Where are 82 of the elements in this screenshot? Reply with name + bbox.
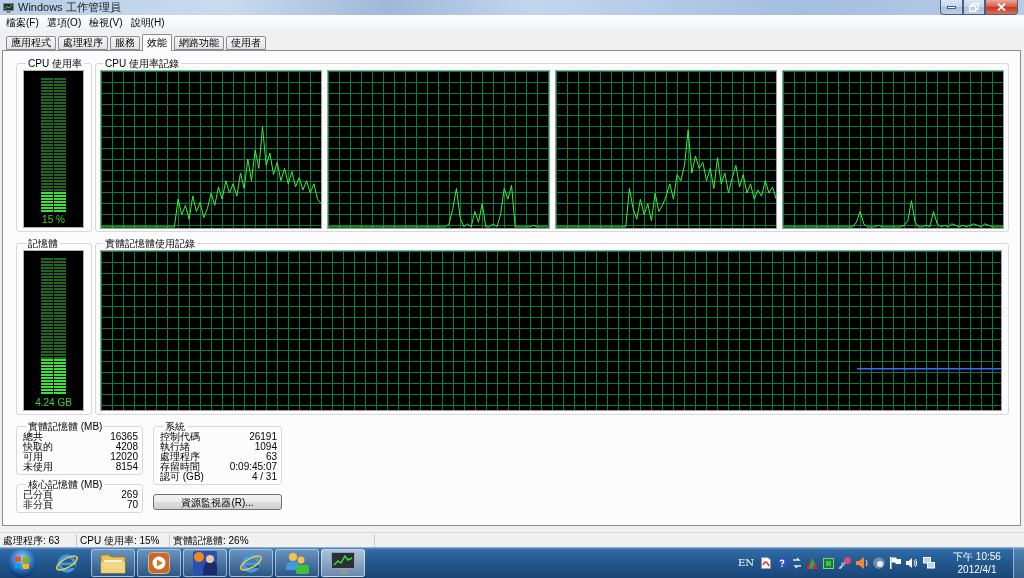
- start-orb-icon: [7, 548, 37, 578]
- stat-label: 控制代碼: [160, 432, 200, 442]
- stat-value: 4 / 31: [251, 472, 277, 482]
- stat-label: 未使用: [23, 462, 53, 472]
- stat-value: 269: [121, 490, 138, 500]
- people-icon: [285, 552, 309, 574]
- maximize-button[interactable]: [963, 0, 985, 15]
- stat-label: 已分頁: [23, 490, 53, 500]
- group-label: CPU 使用率: [27, 58, 83, 69]
- language-indicator[interactable]: EN: [737, 557, 754, 569]
- help-icon[interactable]: [776, 557, 788, 569]
- group-label: 記憶體: [27, 238, 59, 249]
- stat-label: 執行緒: [160, 442, 190, 452]
- meter-reading: 4.24 GB: [35, 397, 72, 409]
- tab[interactable]: 服務: [110, 36, 140, 50]
- tab[interactable]: 效能: [142, 34, 172, 51]
- stat-label: 快取的: [23, 442, 53, 452]
- restore-icon: [969, 2, 979, 12]
- stat-label: 認可 (GB): [160, 472, 204, 482]
- square-icon[interactable]: [823, 557, 834, 569]
- media-play-icon: [148, 552, 170, 574]
- stat-label: 存留時間: [160, 462, 200, 472]
- stat-value: 1094: [254, 442, 277, 452]
- monitor-graph-icon: [331, 552, 355, 574]
- stat-value: 16365: [110, 432, 138, 442]
- tab[interactable]: 處理程序: [58, 36, 108, 50]
- taskbar-button[interactable]: [321, 549, 365, 577]
- show-desktop-button[interactable]: [1013, 548, 1024, 578]
- browser-icon: [55, 551, 79, 575]
- group-label: CPU 使用率記錄: [104, 58, 180, 69]
- status-text: 處理程序: 63: [0, 533, 77, 547]
- stat-label: 可用: [23, 452, 43, 462]
- meter-reading: 15 %: [42, 214, 65, 226]
- speaker-icon[interactable]: [856, 557, 868, 569]
- status-text: 實體記憶體: 26%: [170, 533, 375, 547]
- menu-item[interactable]: 選項(O): [42, 16, 86, 29]
- minimize-icon: [947, 5, 956, 9]
- clock-time[interactable]: 下午 10:56: [953, 550, 1001, 563]
- flag-icon[interactable]: [890, 557, 901, 569]
- close-icon: [997, 3, 1006, 11]
- status-text: CPU 使用率: 15%: [77, 533, 170, 547]
- tab[interactable]: 應用程式: [6, 36, 56, 50]
- folder-icon: [100, 552, 126, 574]
- globe-icon[interactable]: [873, 557, 885, 569]
- taskbar-button[interactable]: [183, 549, 227, 577]
- window-title: Windows 工作管理員: [18, 1, 121, 14]
- stat-label: 非分頁: [23, 500, 53, 510]
- minimize-button[interactable]: [940, 0, 963, 15]
- volume-icon[interactable]: [906, 557, 918, 569]
- tool-icon[interactable]: [839, 557, 851, 569]
- stat-value: 8154: [115, 462, 138, 472]
- menu-item[interactable]: 檔案(F): [2, 16, 43, 29]
- triangle-icon[interactable]: [806, 557, 818, 569]
- stat-value: 0:09:45:07: [229, 462, 277, 472]
- group-label: 實體記憶體 (MB): [27, 421, 104, 432]
- menu-item[interactable]: 說明(H): [126, 16, 169, 29]
- taskbar-button[interactable]: [91, 549, 135, 577]
- group-label: 系統: [164, 421, 186, 432]
- resource-monitor-button[interactable]: 資源監視器(R)...: [153, 494, 282, 510]
- stat-value: 70: [126, 500, 138, 510]
- taskbar-button[interactable]: [137, 549, 181, 577]
- stat-value: 4208: [115, 442, 138, 452]
- game-icon: [193, 551, 217, 575]
- group-label: 實體記憶體使用記錄: [104, 238, 196, 249]
- close-button[interactable]: [985, 0, 1018, 15]
- document-icon[interactable]: [761, 557, 771, 569]
- stat-value: 26191: [249, 432, 277, 442]
- taskbar-button[interactable]: [275, 549, 319, 577]
- tab[interactable]: 使用者: [226, 36, 266, 50]
- browser-icon: [239, 551, 263, 575]
- stat-value: 12020: [110, 452, 138, 462]
- stat-label: 總共: [23, 432, 43, 442]
- stat-value: 63: [265, 452, 277, 462]
- sync-arrows-icon[interactable]: [793, 557, 801, 569]
- menu-item[interactable]: 檢視(V): [85, 16, 127, 29]
- app-icon: [3, 2, 14, 13]
- taskbar-button[interactable]: [229, 549, 273, 577]
- clock-date[interactable]: 2012/4/1: [957, 563, 997, 576]
- network-icon[interactable]: [923, 557, 935, 569]
- tab[interactable]: 網路功能: [174, 36, 224, 50]
- stat-label: 處理程序: [160, 452, 200, 462]
- group-label: 核心記憶體 (MB): [27, 479, 104, 490]
